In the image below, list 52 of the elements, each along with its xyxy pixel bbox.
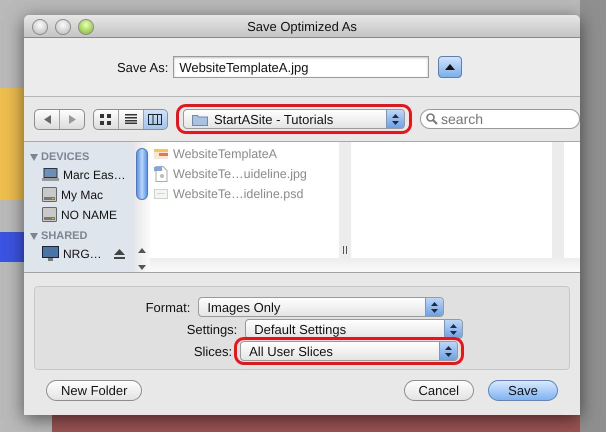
search-field[interactable]: search [420, 109, 580, 129]
zoom-button[interactable] [78, 19, 94, 35]
option-popup[interactable]: Images Only [198, 297, 444, 317]
sidebar-item[interactable]: NRG… [63, 246, 102, 260]
stepper-arrows-icon [450, 324, 458, 334]
drive-icon [42, 187, 57, 202]
drive-icon [42, 207, 57, 222]
sidebar-item[interactable]: NO NAME [61, 208, 118, 222]
eject-icon[interactable] [114, 248, 125, 258]
laptop-icon [42, 168, 59, 181]
scrollbar[interactable] [150, 258, 580, 272]
column-resize-icon[interactable] [343, 246, 347, 254]
new-folder-button[interactable]: New Folder [46, 380, 142, 401]
stepper-arrows-icon [431, 302, 438, 312]
sidebar-heading: SHARED [30, 230, 134, 242]
option-popup[interactable]: All User Slices [240, 341, 458, 361]
back-arrow-icon [44, 114, 51, 124]
canvas-background [0, 232, 24, 262]
monitor-icon [42, 246, 59, 261]
save-as-label: Save As: [117, 60, 168, 74]
sidebar-heading: DEVICES [30, 151, 134, 163]
search-icon [426, 113, 438, 125]
disclosure-triangle-icon[interactable] [30, 154, 38, 160]
disclosure-triangle-icon[interactable] [30, 232, 38, 240]
folder-icon [192, 112, 208, 126]
option-label: Slices: [194, 344, 232, 358]
option-label: Format: [146, 300, 190, 314]
location-popup[interactable]: StartASite - Tutorials [183, 109, 405, 129]
list-view-icon [124, 114, 137, 124]
minimize-button[interactable] [55, 19, 71, 35]
window-title: Save Optimized As [247, 18, 357, 34]
slice-file-icon [154, 148, 168, 158]
option-label: Settings: [186, 322, 238, 336]
up-triangle-icon [445, 64, 456, 70]
sidebar-item[interactable]: Marc Eas… [63, 168, 126, 182]
stepper-arrows-icon [392, 114, 399, 124]
scrollbar[interactable] [134, 142, 150, 272]
document-file-icon [154, 188, 168, 198]
option-popup[interactable]: Default Settings [245, 319, 464, 339]
save-button[interactable]: Save [488, 380, 558, 401]
forward-arrow-icon [68, 114, 76, 124]
filename-field[interactable]: WebsiteTemplateA.jpg [173, 56, 430, 78]
grid-view-icon [100, 114, 112, 124]
image-file-icon [154, 166, 168, 182]
close-button[interactable] [32, 19, 48, 35]
view-mode-button[interactable] [142, 110, 167, 128]
column-view-icon [148, 114, 162, 124]
cancel-button[interactable]: Cancel [404, 380, 474, 401]
scroll-arrows-icon[interactable] [138, 246, 146, 272]
collapse-button[interactable] [438, 56, 462, 78]
stepper-arrows-icon [445, 346, 452, 356]
sidebar-item[interactable]: My Mac [61, 188, 103, 202]
